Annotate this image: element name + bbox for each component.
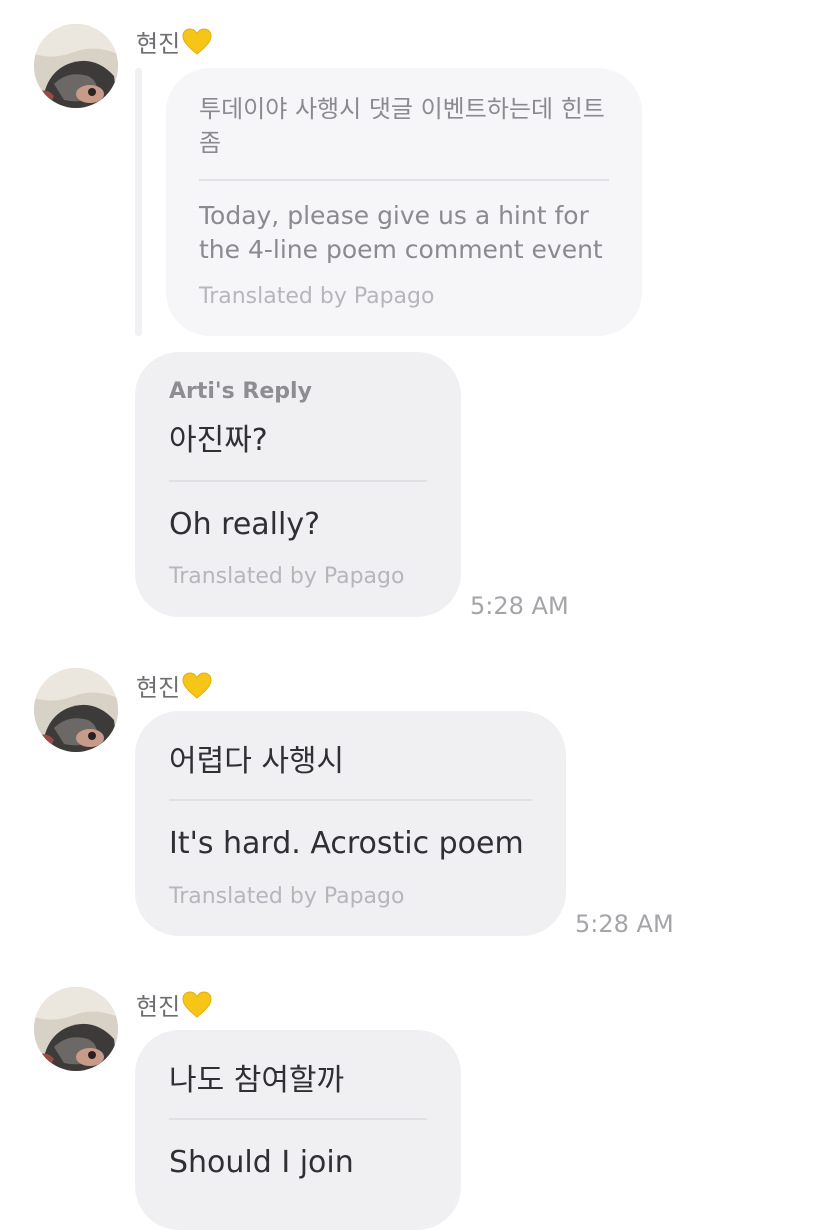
message-bubble[interactable]: 나도 참여할까 Should I join — [135, 1030, 461, 1230]
yellow-heart-icon — [182, 671, 212, 700]
quoted-message-bubble[interactable]: 투데이야 사행시 댓글 이벤트하는데 힌트 좀 Today, please gi… — [166, 68, 642, 336]
message-timestamp: 5:28 AM — [575, 910, 674, 938]
avatar[interactable] — [34, 668, 118, 752]
sender-name-text: 현진 — [136, 30, 181, 58]
message-timestamp: 5:28 AM — [470, 592, 569, 620]
quoted-translation-text: Today, please give us a hint for the 4-l… — [199, 201, 603, 264]
translated-by-label: Translated by Papago — [169, 564, 405, 589]
translated-by-label: Translated by Papago — [199, 284, 435, 309]
quoted-original-text: 투데이야 사행시 댓글 이벤트하는데 힌트 좀 — [199, 95, 605, 157]
sender-name: 현진 — [136, 987, 212, 1022]
reply-label: Arti's Reply — [169, 379, 312, 404]
message-bubble[interactable]: 어렵다 사행시 It's hard. Acrostic poem Transla… — [135, 711, 566, 936]
sender-name-text: 현진 — [136, 674, 181, 702]
translation-divider — [199, 179, 609, 181]
sender-name-text: 현진 — [136, 993, 181, 1021]
message-original-text: 나도 참여할까 — [169, 1063, 345, 1098]
avatar-photo — [34, 987, 118, 1071]
avatar-photo — [34, 668, 118, 752]
yellow-heart-icon — [182, 990, 212, 1019]
message-translation-text: Oh really? — [169, 507, 321, 542]
sender-name: 현진 — [136, 668, 212, 703]
avatar[interactable] — [34, 987, 118, 1071]
message-original-text: 아진짜? — [169, 423, 268, 458]
translation-divider — [169, 1118, 427, 1120]
translation-divider — [169, 799, 532, 801]
message-original-text: 어렵다 사행시 — [169, 744, 345, 779]
translated-by-label: Translated by Papago — [169, 884, 405, 909]
sender-name: 현진 — [136, 24, 212, 59]
translation-divider — [169, 480, 427, 482]
message-translation-text: Should I join — [169, 1145, 354, 1180]
yellow-heart-icon — [182, 27, 212, 56]
quote-indicator-bar — [135, 68, 142, 336]
avatar[interactable] — [34, 24, 118, 108]
avatar-photo — [34, 24, 118, 108]
message-translation-text: It's hard. Acrostic poem — [169, 826, 524, 861]
reply-message-bubble[interactable]: Arti's Reply 아진짜? Oh really? Translated … — [135, 352, 461, 617]
